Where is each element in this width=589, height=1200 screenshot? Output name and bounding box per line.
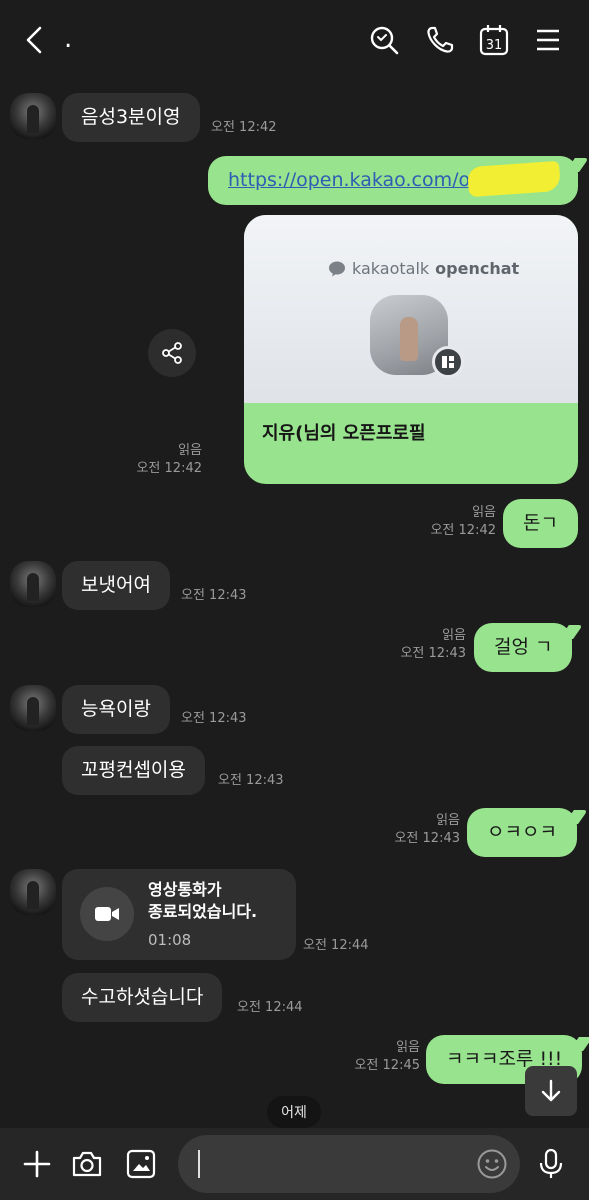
brand-bold-text: openchat xyxy=(435,259,520,278)
incoming-message-bubble[interactable]: 수고하셧습니다 xyxy=(62,973,223,1022)
card-profile-name: 지유(님의 오픈프로필 xyxy=(262,423,426,444)
message-meta: 읽음 오전 12:43 xyxy=(374,812,460,847)
video-call-ended-bubble[interactable]: 영상통화가 종료되었습니다. 01:08 xyxy=(62,869,296,960)
chat-bubble-icon xyxy=(329,261,345,276)
message-meta: 읽음 오전 12:45 xyxy=(334,1039,420,1074)
message-time: 오전 12:42 xyxy=(136,460,202,476)
brand-light-text: kakaotalk xyxy=(352,259,430,278)
read-receipt: 읽음 xyxy=(178,443,202,458)
message-time: 오전 12:45 xyxy=(354,1057,420,1073)
video-camera-icon xyxy=(80,887,134,941)
outgoing-link-bubble[interactable]: https://open.kakao.com/o/s xyxy=(208,156,578,205)
incoming-message-bubble[interactable]: 능욕이랑 xyxy=(62,685,170,734)
video-call-duration: 01:08 xyxy=(148,931,192,949)
message-input-bar xyxy=(0,1128,589,1200)
read-receipt: 읽음 xyxy=(472,505,496,520)
outgoing-message-bubble[interactable]: ㅇㅋㅇㅋ xyxy=(467,808,577,857)
share-button[interactable] xyxy=(148,329,196,377)
avatar[interactable] xyxy=(10,685,56,731)
message-time: 오전 12:42 xyxy=(211,120,277,135)
incoming-message-bubble[interactable]: 보냇어여 xyxy=(62,561,170,610)
phone-icon[interactable] xyxy=(420,18,460,62)
read-receipt: 읽음 xyxy=(436,813,460,828)
calendar-day-label: 31 xyxy=(486,38,503,53)
calendar-icon[interactable]: 31 xyxy=(474,18,514,62)
video-call-line2: 종료되었습니다. xyxy=(148,902,258,922)
message-time: 오전 12:44 xyxy=(303,938,369,953)
share-icon xyxy=(162,342,182,364)
read-receipt: 읽음 xyxy=(396,1040,420,1055)
emoji-icon[interactable] xyxy=(476,1148,508,1180)
read-receipt: 읽음 xyxy=(442,628,466,643)
gallery-icon[interactable] xyxy=(119,1142,163,1186)
message-input[interactable] xyxy=(178,1135,520,1193)
message-meta: 읽음 오전 12:43 xyxy=(380,627,466,662)
back-arrow-icon[interactable] xyxy=(14,18,54,62)
message-time: 오전 12:43 xyxy=(181,711,247,726)
video-call-status: 영상통화가 종료되었습니다. xyxy=(148,879,257,924)
kakaotalk-openchat-logo: kakaotalk openchat xyxy=(328,259,519,278)
openchat-profile-card[interactable]: kakaotalk openchat 지유(님의 오픈프로필 xyxy=(244,215,578,484)
message-time: 오전 12:44 xyxy=(237,1000,303,1015)
microphone-icon[interactable] xyxy=(529,1142,573,1186)
outgoing-message-bubble[interactable]: 걸엉 ㄱ xyxy=(474,623,573,672)
chat-title: . xyxy=(64,24,73,54)
chat-header: . 31 xyxy=(0,0,589,80)
search-icon[interactable] xyxy=(364,18,404,62)
openchat-link[interactable]: https://open.kakao.com/o/s xyxy=(228,169,486,192)
message-time: 오전 12:43 xyxy=(394,830,460,846)
text-caret xyxy=(198,1150,200,1178)
card-preview: kakaotalk openchat xyxy=(244,215,578,403)
avatar[interactable] xyxy=(10,93,56,139)
scroll-to-bottom-button[interactable] xyxy=(525,1066,577,1116)
message-meta: 읽음 오전 12:42 xyxy=(410,504,496,539)
date-divider-pill: 어제 xyxy=(267,1096,321,1128)
message-time: 오전 12:43 xyxy=(400,645,466,661)
camera-icon[interactable] xyxy=(65,1142,109,1186)
video-call-line1: 영상통화가 xyxy=(148,880,222,899)
menu-icon[interactable] xyxy=(528,18,568,62)
outgoing-message-bubble[interactable]: 돈ㄱ xyxy=(503,499,578,548)
arrow-down-icon xyxy=(541,1079,561,1102)
message-time: 오전 12:42 xyxy=(430,522,496,538)
incoming-message-bubble[interactable]: 꼬평컨셉이용 xyxy=(62,746,205,795)
message-meta: 읽음 오전 12:42 xyxy=(130,442,202,477)
profile-badge-icon xyxy=(432,346,464,378)
avatar[interactable] xyxy=(10,561,56,607)
message-time: 오전 12:43 xyxy=(181,588,247,603)
message-time: 오전 12:43 xyxy=(218,773,284,788)
redaction-scribble xyxy=(467,160,561,198)
incoming-message-bubble[interactable]: 음성3분이영 xyxy=(62,93,200,142)
avatar[interactable] xyxy=(10,869,56,915)
plus-icon[interactable] xyxy=(15,1142,59,1186)
